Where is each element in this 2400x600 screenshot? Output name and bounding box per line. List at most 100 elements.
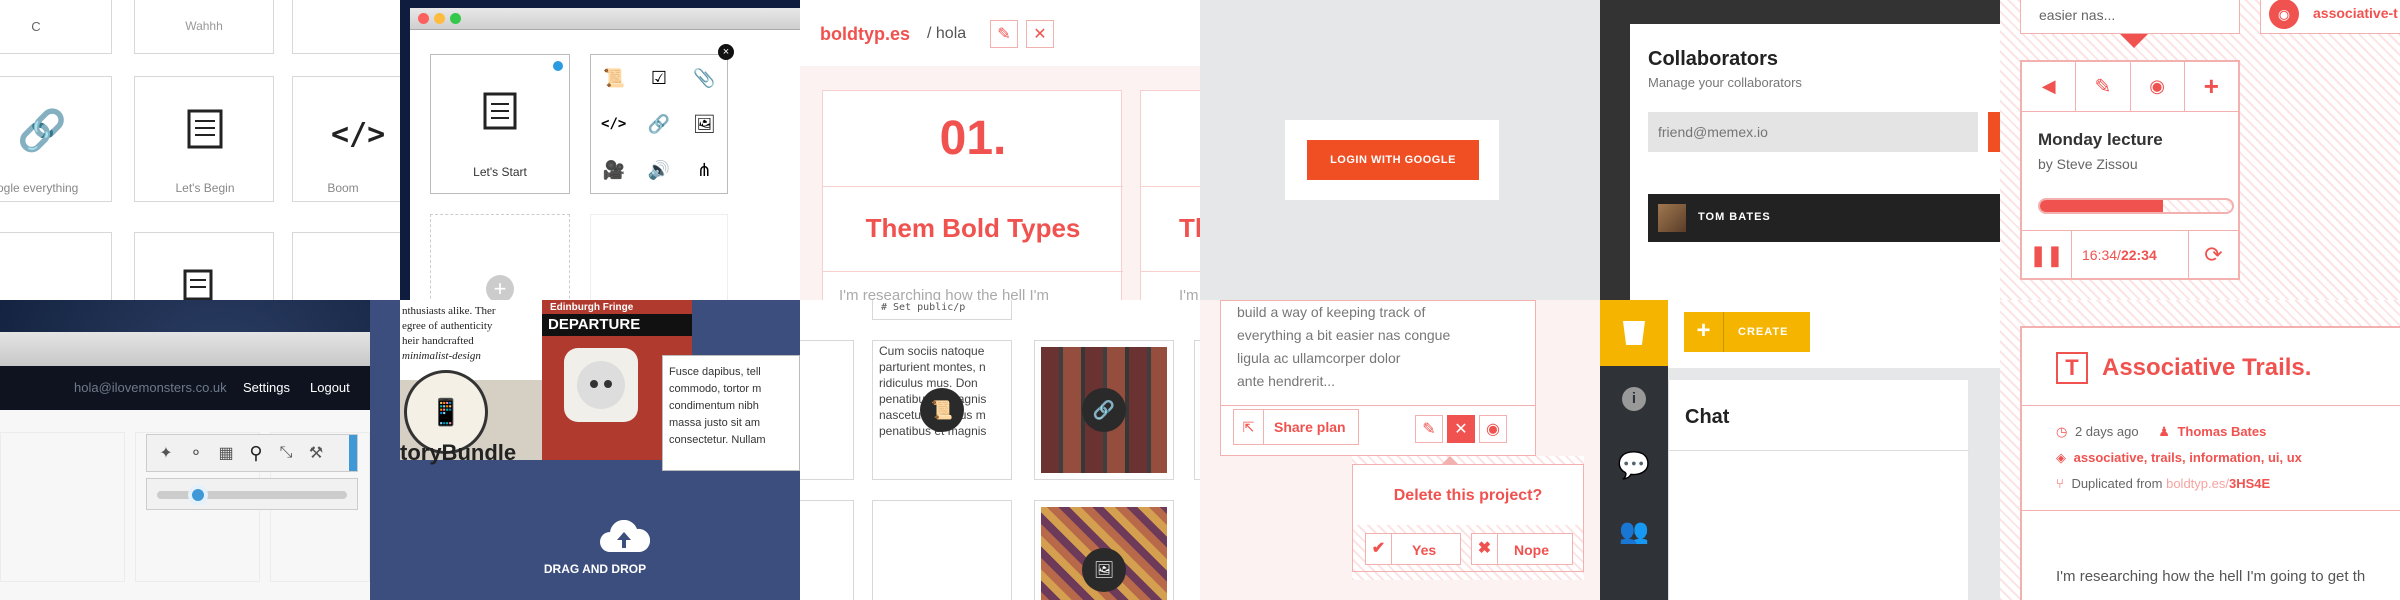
magic-wand-icon[interactable]: ✦ bbox=[153, 443, 179, 463]
delete-button[interactable]: ✕ bbox=[1447, 415, 1475, 443]
menu-item-label: Boom bbox=[327, 181, 359, 195]
tile-associative-trails: T Associative Trails. ◷ 2 days ago ♟ Tho… bbox=[2000, 300, 2400, 600]
card-partial[interactable]: Th I'm re bbox=[1140, 90, 1200, 300]
author-link[interactable]: Thomas Bates bbox=[2177, 424, 2266, 439]
grid-cell bbox=[292, 232, 400, 300]
tile-grid-menu: C Wahhh 🔗 google everything Let's Begin … bbox=[0, 0, 400, 300]
tile-collaborators: Collaborators Manage your collaborators … bbox=[1600, 0, 2000, 300]
card[interactable]: 01. Them Bold Types I'm researching how … bbox=[822, 90, 1123, 300]
header: boldtyp.es / hola ✎ ✕ bbox=[800, 0, 1200, 66]
close-dot[interactable] bbox=[418, 13, 429, 24]
zoom-slider-handle[interactable] bbox=[187, 485, 208, 505]
progress-fill bbox=[2040, 200, 2163, 212]
dup-prefix: Duplicated from bbox=[2071, 476, 2167, 491]
plus-icon[interactable]: + bbox=[2185, 62, 2238, 111]
edit-icon[interactable]: ✎ bbox=[2076, 62, 2131, 111]
start-card[interactable]: Let's Start bbox=[430, 54, 570, 194]
checklist-icon[interactable]: ☑ bbox=[636, 55, 681, 101]
search-icon[interactable]: ⚲ bbox=[243, 443, 269, 464]
minimize-dot[interactable] bbox=[434, 13, 445, 24]
add-card[interactable]: + bbox=[430, 214, 570, 300]
tile-login: LOGIN WITH GOOGLE bbox=[1200, 0, 1600, 300]
divider bbox=[823, 186, 1123, 187]
sidebar: i 💬 👥 bbox=[1600, 300, 1668, 600]
grid-cell bbox=[0, 432, 125, 582]
menu-item-lets-begin[interactable]: Let's Begin bbox=[134, 76, 274, 202]
settings-link[interactable]: Settings bbox=[243, 380, 290, 395]
edit-button[interactable]: ✎ bbox=[1415, 415, 1443, 443]
scroll-icon bbox=[179, 105, 231, 153]
share-plan-label: Share plan bbox=[1274, 419, 1346, 435]
paperclip-icon[interactable]: 📎 bbox=[682, 55, 727, 101]
grid-cell bbox=[872, 500, 1012, 600]
chat-title: Chat bbox=[1685, 406, 1730, 428]
nope-button[interactable]: ✖ Nope bbox=[1471, 533, 1573, 565]
pause-icon[interactable]: ❚❚ bbox=[2022, 231, 2072, 279]
images-icon[interactable]: 🖼 bbox=[682, 101, 727, 147]
sidebar-item-trash[interactable] bbox=[1600, 300, 1668, 366]
mute-icon[interactable]: ◀ bbox=[2022, 62, 2077, 111]
user-email: hola@ilovemonsters.co.uk bbox=[74, 380, 227, 395]
add-button[interactable] bbox=[1988, 112, 2000, 152]
link-icon[interactable]: 🔗 bbox=[636, 101, 681, 147]
yes-label: Yes bbox=[1412, 542, 1437, 558]
time-total: 22:34 bbox=[2120, 247, 2157, 263]
login-google-button[interactable]: LOGIN WITH GOOGLE bbox=[1307, 140, 1479, 180]
plus-icon: + bbox=[486, 275, 514, 300]
grid-cell bbox=[0, 232, 112, 300]
zoom-slider-track[interactable] bbox=[157, 485, 347, 505]
sidebar-item-users[interactable]: 👥 bbox=[1600, 498, 1668, 564]
status-dot bbox=[553, 61, 563, 71]
eye-icon[interactable]: ◉ bbox=[2131, 62, 2185, 111]
delete-button[interactable]: ✕ bbox=[1026, 20, 1054, 48]
nav-bar: hola@ilovemonsters.co.uk Settings Logout bbox=[0, 366, 370, 410]
yes-button[interactable]: ✔ Yes bbox=[1365, 533, 1461, 565]
tab-c[interactable]: C bbox=[0, 0, 112, 54]
close-icon[interactable]: × bbox=[718, 44, 734, 60]
tile-settings: hola@ilovemonsters.co.uk Settings Logout… bbox=[0, 300, 370, 600]
video-icon[interactable]: 🎥 bbox=[591, 147, 636, 193]
dup-link[interactable]: boldtyp.es/ bbox=[2166, 476, 2229, 491]
menu-item-boom[interactable]: </> Boom bbox=[292, 76, 400, 202]
maximize-dot[interactable] bbox=[450, 13, 461, 24]
nodes-icon[interactable]: ⚬ bbox=[183, 443, 209, 463]
tab-wahhh[interactable]: Wahhh bbox=[134, 0, 274, 54]
upload-cloud-icon[interactable] bbox=[598, 519, 651, 554]
sidebar-item-chat[interactable]: 💬 bbox=[1600, 432, 1668, 498]
progress-track[interactable] bbox=[2038, 198, 2234, 214]
plan-body: build a way of keeping track of everythi… bbox=[1237, 301, 1450, 393]
repeat-icon[interactable]: ⟳ bbox=[2188, 231, 2238, 279]
brand-link[interactable]: boldtyp.es bbox=[820, 24, 910, 45]
calendar-icon[interactable]: ▦ bbox=[213, 443, 239, 463]
menu-item-google[interactable]: 🔗 google everything bbox=[0, 76, 112, 202]
scroll-icon bbox=[477, 89, 525, 140]
code-icon[interactable]: </> bbox=[591, 101, 636, 147]
branch-icon[interactable]: ⋔ bbox=[682, 147, 727, 193]
edit-button[interactable]: ✎ bbox=[990, 20, 1018, 48]
card-title: Them Bold Types bbox=[865, 213, 1081, 243]
menu-item-label: google everything bbox=[0, 181, 79, 195]
tile-chat: i 💬 👥 + CREATE Chat bbox=[1600, 300, 2000, 600]
collaborator-name: TOM BATES bbox=[1698, 211, 1771, 223]
view-button[interactable]: ◉ bbox=[1479, 415, 1507, 443]
panel-subtitle: Manage your collaborators bbox=[1648, 75, 1802, 90]
sidebar-item-info[interactable]: i bbox=[1600, 366, 1668, 432]
scroll-icon[interactable]: 📜 bbox=[591, 55, 636, 101]
socket-icon bbox=[564, 348, 638, 422]
tags-list[interactable]: associative, trails, information, ui, ux bbox=[2074, 450, 2302, 465]
volume-icon[interactable]: 🔊 bbox=[636, 147, 681, 193]
logout-link[interactable]: Logout bbox=[310, 380, 350, 395]
x-icon: ✖ bbox=[1472, 534, 1498, 564]
card-title-partial: Th bbox=[1179, 213, 1200, 243]
collaborator-row[interactable]: TOM BATES bbox=[1648, 194, 2000, 242]
tools-icon[interactable]: ⚒ bbox=[303, 443, 329, 463]
eye-icon[interactable]: ◉ bbox=[2269, 0, 2299, 29]
email-field[interactable] bbox=[1648, 112, 1978, 152]
shrink-icon[interactable]: ⤡ bbox=[273, 444, 299, 462]
collab-panel: Collaborators Manage your collaborators … bbox=[1630, 24, 2000, 300]
side-card: ◉ associative-t bbox=[2260, 0, 2400, 34]
create-button[interactable]: + CREATE bbox=[1684, 312, 1810, 352]
side-link[interactable]: associative-t bbox=[2313, 5, 2398, 21]
dup-code[interactable]: 3HS4E bbox=[2229, 476, 2270, 491]
share-plan-button[interactable]: ⇱ Share plan bbox=[1233, 409, 1359, 445]
